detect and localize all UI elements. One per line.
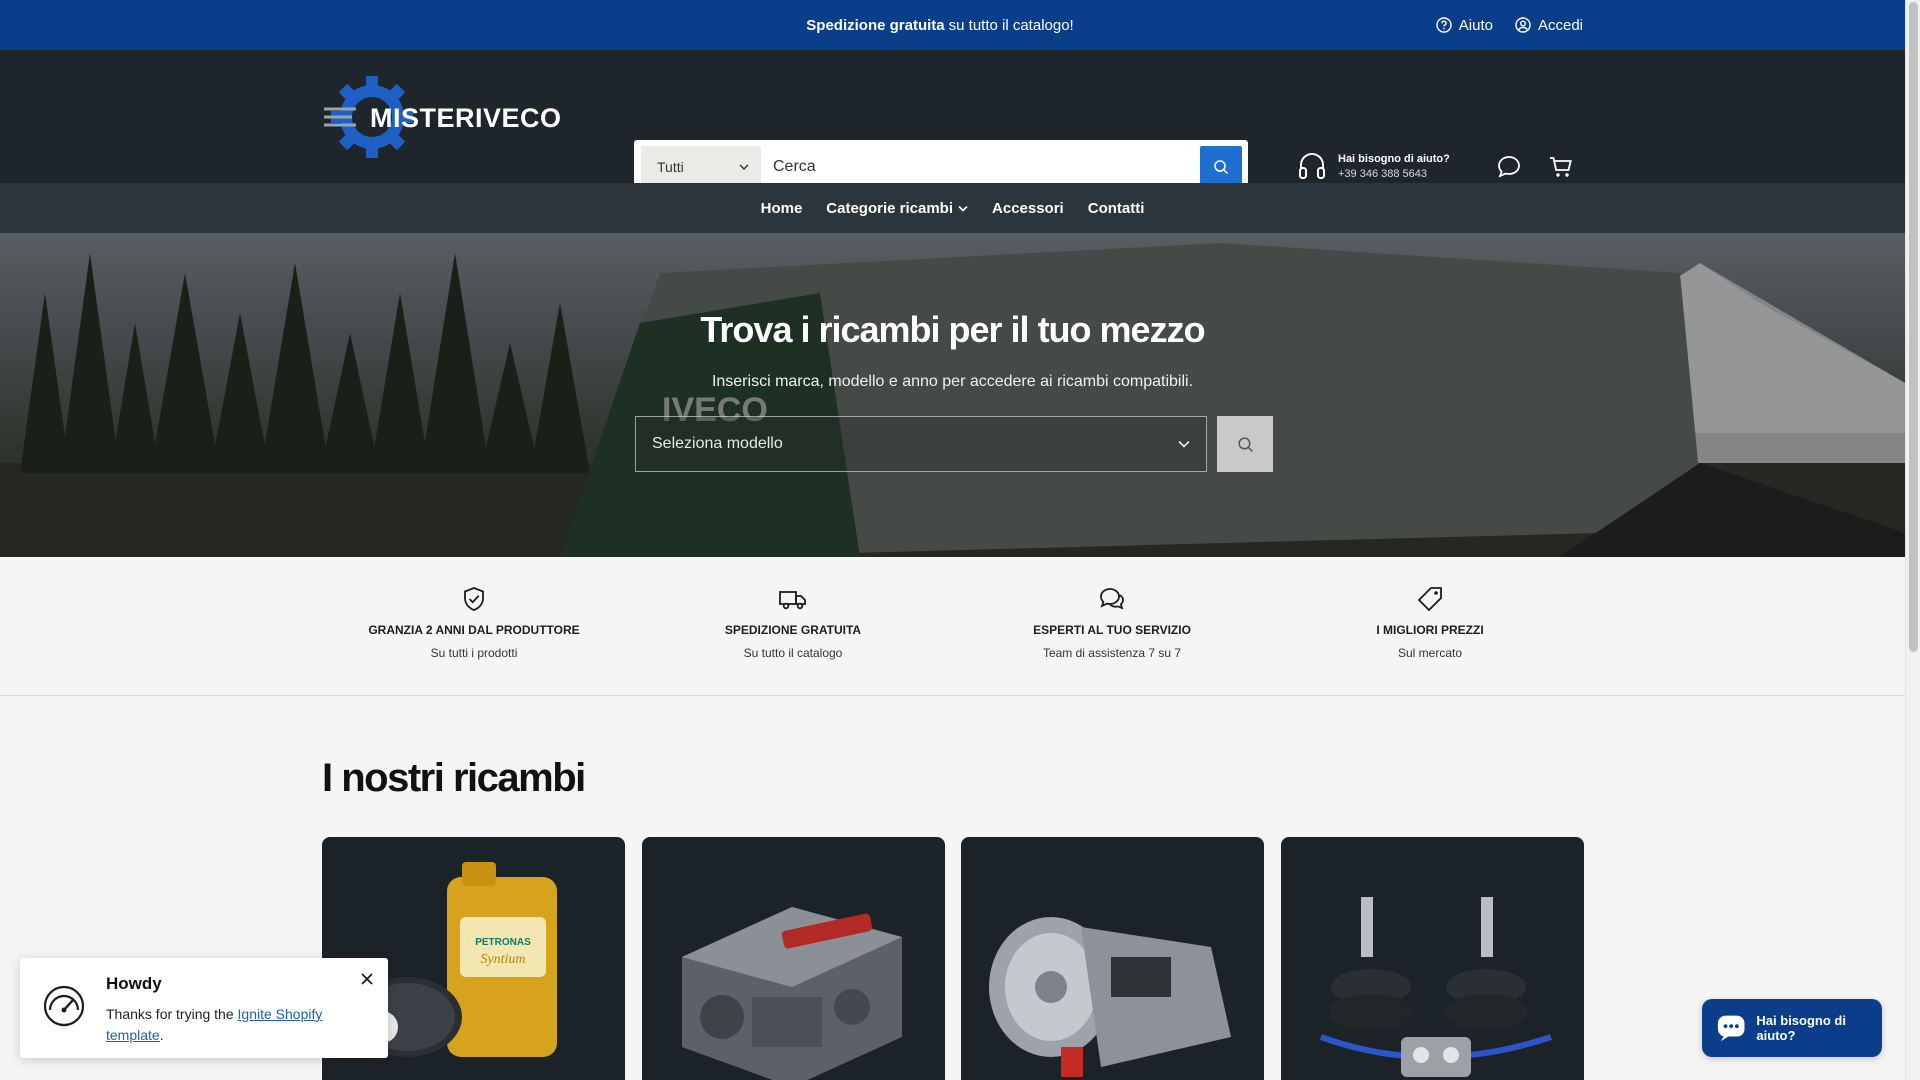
site-header: MISTERIVECO Tutti Hai bisogno di aiuto? … <box>0 50 1920 194</box>
hero-subtitle: Inserisci marca, modello e anno per acce… <box>711 373 1194 390</box>
close-icon <box>361 973 373 985</box>
product-card-transmission[interactable] <box>961 837 1264 1080</box>
cart-button[interactable] <box>1546 152 1576 182</box>
header-help[interactable]: Hai bisogno di aiuto? +39 346 388 5643 <box>1296 150 1450 182</box>
speedometer-icon <box>43 985 85 1027</box>
search-input[interactable] <box>761 146 1200 188</box>
model-select-placeholder: Seleziona modello <box>652 435 783 452</box>
login-link-label: Accedi <box>1537 16 1583 34</box>
howdy-title: Howdy <box>106 974 162 993</box>
howdy-message: Thanks for trying the Ignite Shopify tem… <box>106 1004 346 1046</box>
help-phone: +39 346 388 5643 <box>1338 167 1428 180</box>
howdy-popup: Howdy Thanks for trying the Ignite Shopi… <box>20 958 388 1058</box>
feature-subtitle: Sul mercato <box>1397 646 1463 660</box>
products-section-title: I nostri ricambi <box>322 756 586 800</box>
shield-check-icon <box>464 587 484 611</box>
help-link[interactable]: Aiuto <box>1436 17 1493 34</box>
announcement-bold: Spedizione gratuita <box>806 16 945 34</box>
page-scrollbar[interactable] <box>1905 0 1920 1080</box>
howdy-text-end: . <box>159 1027 164 1043</box>
headset-icon <box>1299 153 1325 179</box>
site-logo[interactable]: MISTERIVECO <box>322 76 584 158</box>
utility-links: Aiuto Accedi <box>1436 0 1583 50</box>
chat-icon <box>1100 588 1124 610</box>
feature-subtitle: Team di assistenza 7 su 7 <box>1042 646 1182 660</box>
svg-text:PETRONAS: PETRONAS <box>475 937 531 948</box>
help-circle-icon <box>1436 17 1452 33</box>
help-link-label: Aiuto <box>1458 16 1493 34</box>
svg-text:MISTERIVECO: MISTERIVECO <box>370 103 562 133</box>
hero-title: Trova i ricambi per il tuo mezzo <box>700 309 1205 350</box>
help-title: Hai bisogno di aiuto? <box>1338 152 1450 165</box>
feature-title: GRANZIA 2 ANNI DAL PRODUTTORE <box>368 623 580 637</box>
scrollbar-thumb[interactable] <box>1909 2 1918 652</box>
price-tag-icon <box>1417 587 1442 612</box>
nav-item-categorie-ricambi[interactable]: Categorie ricambi <box>826 200 968 217</box>
announcement-message: Spedizione gratuita su tutto il catalogo… <box>0 0 1880 50</box>
nav-item-label: Home <box>760 199 803 217</box>
hero-overlay <box>0 233 1905 557</box>
chat-bubble-icon <box>1498 156 1520 178</box>
feature-subtitle: Su tutti i prodotti <box>430 646 518 660</box>
transmission-product-image <box>989 917 1231 1077</box>
feature-item: SPEDIZIONE GRATUITA Su tutto il catalogo <box>653 585 933 660</box>
feature-subtitle: Su tutto il catalogo <box>743 646 843 660</box>
air-suspension-product-image <box>1319 897 1552 1077</box>
svg-text:Syntium: Syntium <box>480 952 525 967</box>
feature-title: SPEDIZIONE GRATUITA <box>724 623 862 637</box>
search-icon <box>1214 160 1229 175</box>
search-icon <box>1237 436 1253 452</box>
cart-icon <box>1550 157 1572 177</box>
chevron-down-icon <box>1178 440 1190 448</box>
chat-launcher-button[interactable]: Hai bisogno di aiuto? <box>1702 999 1882 1057</box>
login-link[interactable]: Accedi <box>1515 17 1583 34</box>
product-card-air-suspension[interactable] <box>1281 837 1584 1080</box>
model-search-button[interactable] <box>1217 416 1273 472</box>
nav-item-home[interactable]: Home <box>761 200 803 217</box>
engine-product-image <box>682 907 902 1080</box>
truck-icon <box>779 591 806 610</box>
feature-title: I MIGLIORI PREZZI <box>1376 623 1484 637</box>
announcement-text: su tutto il catalogo! <box>948 16 1074 34</box>
nav-item-contatti[interactable]: Contatti <box>1088 200 1145 217</box>
nav-item-label: Categorie ricambi <box>826 199 954 217</box>
model-select[interactable]: Seleziona modello <box>635 416 1207 472</box>
logo-gear-icon: MISTERIVECO <box>324 76 562 158</box>
user-circle-icon <box>1515 17 1531 33</box>
chevron-down-icon <box>958 205 968 212</box>
product-card-engine[interactable] <box>642 837 945 1080</box>
chat-header-button[interactable] <box>1494 152 1524 182</box>
features-strip: GRANZIA 2 ANNI DAL PRODUTTORE Su tutti i… <box>0 557 1905 696</box>
howdy-text: Thanks for trying the <box>106 1006 234 1022</box>
help-text: Hai bisogno di aiuto? +39 346 388 5643 <box>1338 153 1450 180</box>
feature-item: ESPERTI AL TUO SERVIZIO Team di assisten… <box>972 585 1252 660</box>
nav-item-label: Accessori <box>992 199 1064 217</box>
feature-item: I MIGLIORI PREZZI Sul mercato <box>1290 585 1570 660</box>
main-nav: Home Categorie ricambi Accessori Contatt… <box>0 183 1905 233</box>
feature-item: GRANZIA 2 ANNI DAL PRODUTTORE Su tutti i… <box>334 585 614 660</box>
nav-item-accessori[interactable]: Accessori <box>992 200 1064 217</box>
search-category-value: Tutti <box>657 159 684 175</box>
search-button[interactable] <box>1200 146 1242 188</box>
chevron-down-icon <box>739 164 749 170</box>
feature-title: ESPERTI AL TUO SERVIZIO <box>1033 623 1191 637</box>
announcement-bar: Spedizione gratuita su tutto il catalogo… <box>0 0 1920 50</box>
nav-item-label: Contatti <box>1087 199 1145 217</box>
hero-banner: IVECO Trova i ricambi per il tuo mezzo I… <box>0 233 1905 557</box>
chat-bubble-icon <box>1717 1015 1745 1042</box>
howdy-close-button[interactable] <box>358 970 376 988</box>
chat-launcher-label: Hai bisogno di aiuto? <box>1756 1013 1846 1043</box>
search-category-select[interactable]: Tutti <box>641 146 761 188</box>
